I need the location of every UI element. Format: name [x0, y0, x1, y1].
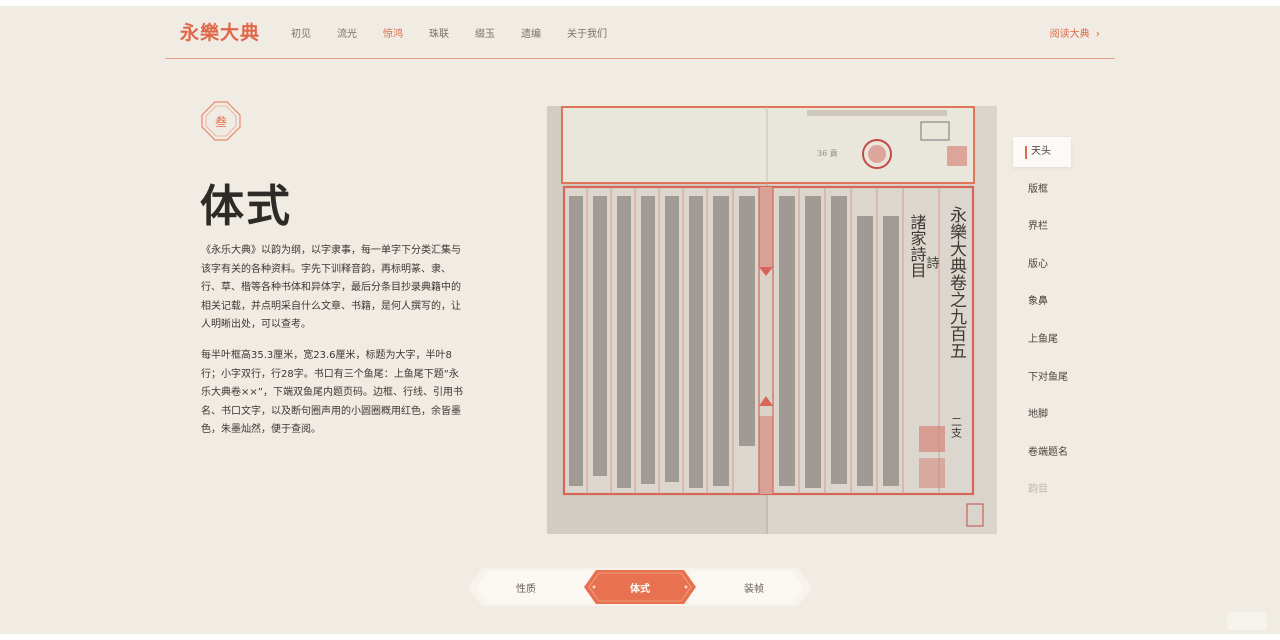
nav-item-chujian[interactable]: 初见 [291, 25, 311, 40]
section-number-badge: 叁 [201, 101, 241, 141]
nav-item-liuguang[interactable]: 流光 [337, 25, 357, 40]
feature-item-dijiao[interactable]: 地脚 [1013, 400, 1123, 438]
feature-item-tiantou[interactable]: 天头 [1013, 137, 1071, 167]
chevron-right-icon: › [1095, 27, 1100, 40]
site-logo[interactable]: 永樂大典 [180, 18, 260, 45]
section-title: 体式 [200, 181, 292, 232]
header: 永樂大典 初见 流光 惊鸿 珠联 缀玉 遗编 关于我们 阅读大典 › [165, 8, 1115, 59]
feature-item-juanduantiming[interactable]: 卷端题名 [1013, 438, 1123, 476]
tab-zhuangzhen[interactable]: 装帧 [744, 580, 764, 595]
book-page-image: 36 貢 永樂大典卷之九百五 諸家詩目 詩 二支 [547, 106, 997, 534]
badge-number: 叁 [215, 114, 227, 129]
feature-item-xiaduiyuwei[interactable]: 下对鱼尾 [1013, 363, 1123, 401]
feature-item-banxin[interactable]: 版心 [1013, 250, 1123, 288]
top-strip [0, 0, 1280, 6]
corner-widget [1227, 612, 1267, 630]
main-nav: 初见 流光 惊鸿 珠联 缀玉 遗编 关于我们 [291, 25, 607, 40]
feature-item-banjuang[interactable]: 版框 [1013, 175, 1123, 213]
section-tabs: 性质 体式 装帧 [468, 568, 812, 606]
read-dadian-button[interactable]: 阅读大典 › [1050, 25, 1100, 40]
bottom-strip [0, 634, 1280, 640]
nav-item-about[interactable]: 关于我们 [567, 25, 607, 40]
feature-list: 天头 版框 界栏 版心 象鼻 上鱼尾 下对鱼尾 地脚 卷端题名 韵目 [1013, 137, 1123, 513]
page-bottom-chars: 二支 [950, 416, 963, 439]
tab-tishi[interactable]: 体式 [630, 580, 650, 595]
feature-item-jielan[interactable]: 界栏 [1013, 212, 1123, 250]
feature-item-xiangbi[interactable]: 象鼻 [1013, 287, 1123, 325]
nav-item-zhulian[interactable]: 珠联 [429, 25, 449, 40]
tab-xingzhi[interactable]: 性质 [516, 580, 536, 595]
page-side-char: 詩 [924, 256, 940, 269]
feature-item-yunmu[interactable]: 韵目 [1013, 475, 1123, 513]
read-dadian-label: 阅读大典 [1049, 29, 1090, 40]
description-paragraph-2: 每半叶框高35.3厘米，宽23.6厘米，标题为大字，半叶8行；小字双行，行28字… [201, 350, 463, 435]
svg-text:36 貢: 36 貢 [817, 149, 838, 158]
nav-item-jinghong[interactable]: 惊鸿 [383, 25, 403, 40]
nav-item-yibian[interactable]: 遗编 [521, 25, 541, 40]
nav-item-zhuiyu[interactable]: 缀玉 [475, 25, 495, 40]
page-title-vertical: 永樂大典卷之九百五 [946, 206, 967, 359]
description-paragraph-1: 《永乐大典》以韵为纲，以字隶事，每一单字下分类汇集与该字有关的各种资料。字先下训… [201, 245, 461, 330]
feature-item-shangyuwei[interactable]: 上鱼尾 [1013, 325, 1123, 363]
